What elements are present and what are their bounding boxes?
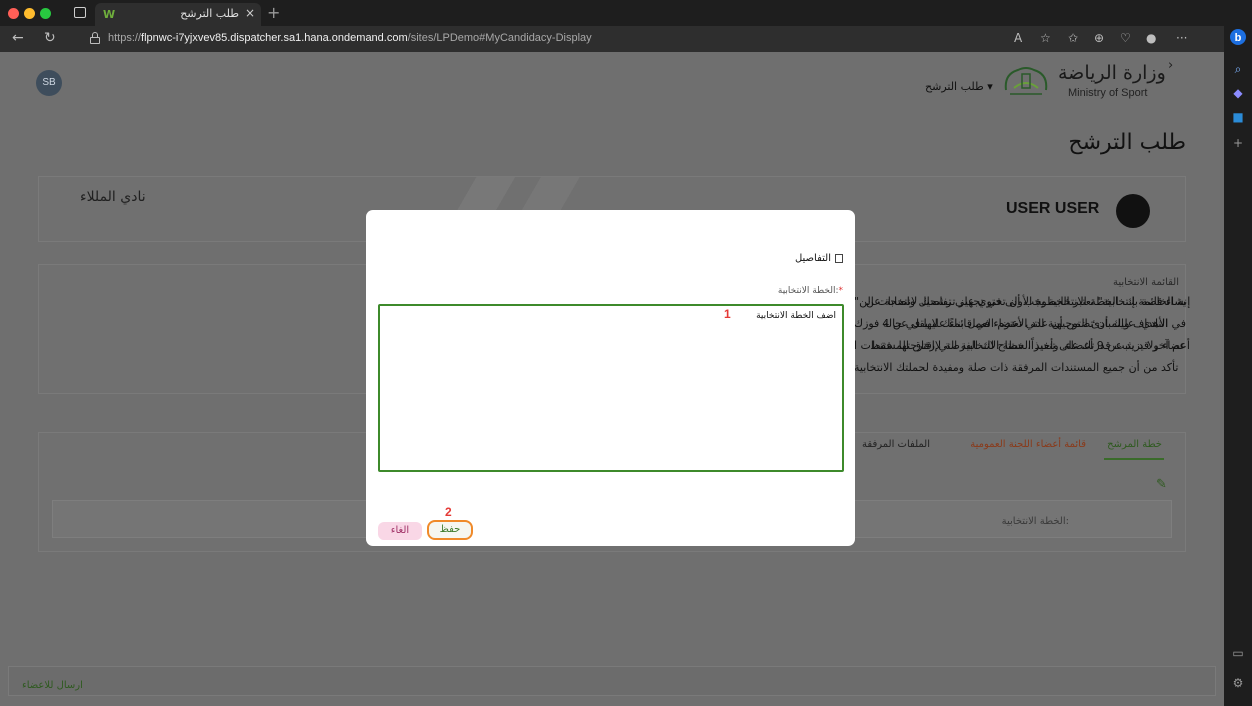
read-aloud-icon[interactable]: A [1014, 31, 1022, 45]
favorite-star-icon[interactable]: ☆ [1040, 31, 1051, 45]
url-prefix: https:// [108, 32, 142, 44]
tab-attachments[interactable]: الملفات المرفقة [862, 439, 930, 450]
settings-gear-icon[interactable]: ⚙ [1224, 676, 1252, 690]
dialog-title: التفاصيل [795, 253, 843, 264]
favorites-icon[interactable]: ✩ [1068, 31, 1078, 45]
edge-sidebar: b ⌕ ◆ ■ + ▭ ⚙ [1224, 26, 1252, 706]
tab-close-icon[interactable]: × [245, 6, 255, 20]
send-to-members-button[interactable]: ارسال للاعضاء [22, 680, 83, 691]
intro-line: أعضاء ولا يزيد عن 9 أعضاء. وأخيراً، ستتا… [854, 339, 1190, 352]
intro-heading: القائمة الانتخابية [1113, 277, 1179, 288]
footer-bar [8, 666, 1216, 696]
url-host: flpnwc-i7yjxvev85.dispatcher.sa1.hana.on… [141, 32, 408, 44]
more-menu-icon[interactable]: ··· [1176, 31, 1187, 45]
url-field[interactable]: https://flpnwc-i7yjxvev85.dispatcher.sa1… [108, 32, 592, 44]
annotation-marker-2: 2 [445, 505, 452, 519]
profile-icon[interactable]: ● [1146, 31, 1156, 45]
document-icon [835, 253, 843, 263]
sidebar-toggle-icon[interactable]: ▭ [1224, 646, 1252, 660]
field-label-text: الخطة الانتخابية: [777, 286, 839, 296]
active-tab-indicator [1104, 458, 1164, 460]
outlook-icon[interactable]: ■ [1224, 110, 1252, 124]
required-marker: * [838, 286, 844, 296]
cancel-button[interactable]: الغاء [378, 522, 422, 540]
election-plan-label: الخطة الانتخابية: [1001, 516, 1069, 527]
refresh-icon[interactable]: ↻ [44, 30, 56, 46]
user-name: USER USER [1006, 200, 1100, 217]
shopping-icon[interactable]: ◆ [1224, 86, 1252, 100]
ministry-logo-arabic: وزارة الرياضة [1058, 62, 1166, 84]
club-name: نادي المللاء [80, 189, 146, 205]
close-window-button[interactable] [8, 8, 19, 19]
intro-line: تأكد من أن جميع المستندات المرفقة ذات صل… [854, 361, 1179, 374]
dialog-title-text: التفاصيل [794, 253, 831, 264]
avatar[interactable]: SB [36, 70, 62, 96]
tab-overview-icon[interactable] [74, 7, 86, 18]
back-arrow-icon[interactable]: ← [12, 30, 24, 46]
favicon-icon: W [103, 8, 116, 21]
browser-addressbar: ← ↻ https://flpnwc-i7yjxvev85.dispatcher… [0, 26, 1252, 52]
page-title: طلب الترشح [1068, 130, 1186, 155]
performance-icon[interactable]: ♡ [1120, 31, 1131, 45]
chevron-right-icon[interactable]: › [1168, 58, 1173, 73]
browser-tab[interactable]: W طلب الترشح × [95, 3, 261, 26]
user-avatar[interactable] [1116, 194, 1150, 228]
annotation-marker-1: 1 [724, 307, 731, 321]
svg-text:b: b [1235, 32, 1242, 44]
collections-icon[interactable]: ⊕ [1094, 31, 1104, 45]
copilot-icon[interactable]: b [1224, 28, 1252, 49]
nav-candidacy-menu[interactable]: طلب الترشح ▾ [925, 80, 993, 93]
election-plan-field-label: الخطة الانتخابية:* [778, 286, 843, 296]
save-button[interactable]: حفظ [427, 520, 473, 540]
zoom-window-button[interactable] [40, 8, 51, 19]
tab-candidate-plan[interactable]: خطة المرشح [1107, 439, 1162, 450]
url-path: /sites/LPDemo#MyCandidacy-Display [407, 32, 592, 44]
tab-general-committee[interactable]: قائمة أعضاء اللجنة العمومية [970, 439, 1086, 450]
add-tool-icon[interactable]: + [1224, 136, 1252, 150]
minimize-window-button[interactable] [24, 8, 35, 19]
intro-line: الأهداف والمبادئ التوجيهية التي تعتزم ال… [854, 317, 1169, 330]
ministry-logo-english: Ministry of Sport [1068, 87, 1148, 99]
new-tab-button[interactable]: + [267, 3, 280, 22]
intro-line: "إنشاء قائمة إنتخابية" تعتبر الخطوة الأو… [854, 295, 1191, 308]
tab-title: طلب الترشح [180, 7, 239, 20]
ministry-emblem-icon [1004, 67, 1048, 95]
election-plan-textarea[interactable] [378, 304, 844, 472]
browser-tabbar: W طلب الترشح × + [0, 0, 1252, 26]
lock-icon[interactable] [90, 32, 100, 44]
details-dialog: التفاصيل الخطة الانتخابية:* 1 2 حفظ الغا… [366, 210, 855, 546]
edit-pencil-icon[interactable]: ✎ [1156, 477, 1167, 492]
search-icon[interactable]: ⌕ [1224, 62, 1252, 77]
